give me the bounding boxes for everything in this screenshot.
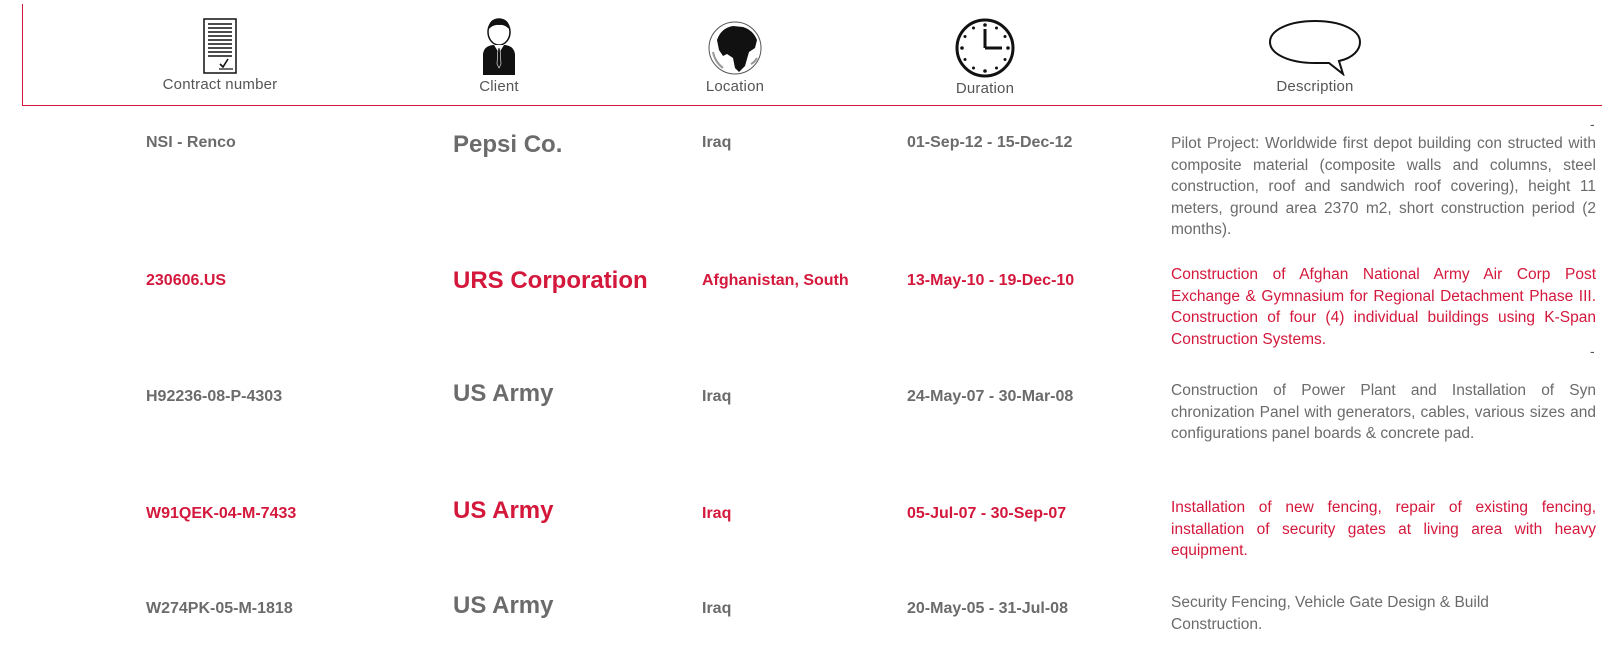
header-label-duration: Duration [955,80,1015,97]
header-description: Description [1255,18,1375,95]
client-name: Pepsi Co. [453,131,563,158]
header-location: Location [685,18,785,95]
clock-icon [955,18,1015,78]
contract-number: 230606.US [146,272,227,289]
duration: 13-May-10 - 19-Dec-10 [907,272,1075,289]
description: Installation of new fencing, repair of e… [1171,499,1596,559]
header-client: Client [454,18,544,95]
location: Iraq [702,388,732,405]
header-contract-number: Contract number [150,18,290,93]
header-divider [22,105,1602,106]
client-name: US Army [453,592,554,619]
header-label-client: Client [479,78,519,95]
duration: 20-May-05 - 31-Jul-08 [907,600,1068,617]
description: Security Fencing, Vehicle Gate Design & … [1171,594,1489,633]
client-name: URS Corporation [453,267,648,294]
description: Construction of Afghan National Army Air… [1171,266,1596,348]
location: Iraq [702,600,732,617]
description: Pilot Project: Worldwide first depot bui… [1171,135,1596,238]
frame-left-border [22,4,23,106]
location: Iraq [702,134,732,151]
contract-number: H92236-08-P-4303 [146,388,283,405]
duration: 24-May-07 - 30-Mar-08 [907,388,1074,405]
duration: 05-Jul-07 - 30-Sep-07 [907,505,1067,522]
contract-number: W91QEK-04-M-7433 [146,505,297,522]
client-name: US Army [453,380,554,407]
header-label-location: Location [705,78,765,95]
contract-number: W274PK-05-M-1818 [146,600,293,617]
globe-icon [708,21,762,75]
location: Iraq [702,505,732,522]
location: Afghanistan, South [702,272,849,289]
document-icon [203,18,237,74]
header-duration: Duration [935,18,1035,97]
speech-bubble-icon [1268,19,1362,76]
margin-dash: - [1590,343,1595,359]
header-label-description: Description [1276,78,1354,95]
person-icon [483,18,515,75]
description: Construction of Power Plant and Installa… [1171,382,1596,442]
client-name: US Army [453,497,554,524]
duration: 01-Sep-12 - 15-Dec-12 [907,134,1073,151]
header-label-contract: Contract number [162,76,278,93]
margin-dash: - [1590,116,1595,132]
contract-number: NSI - Renco [146,134,236,151]
